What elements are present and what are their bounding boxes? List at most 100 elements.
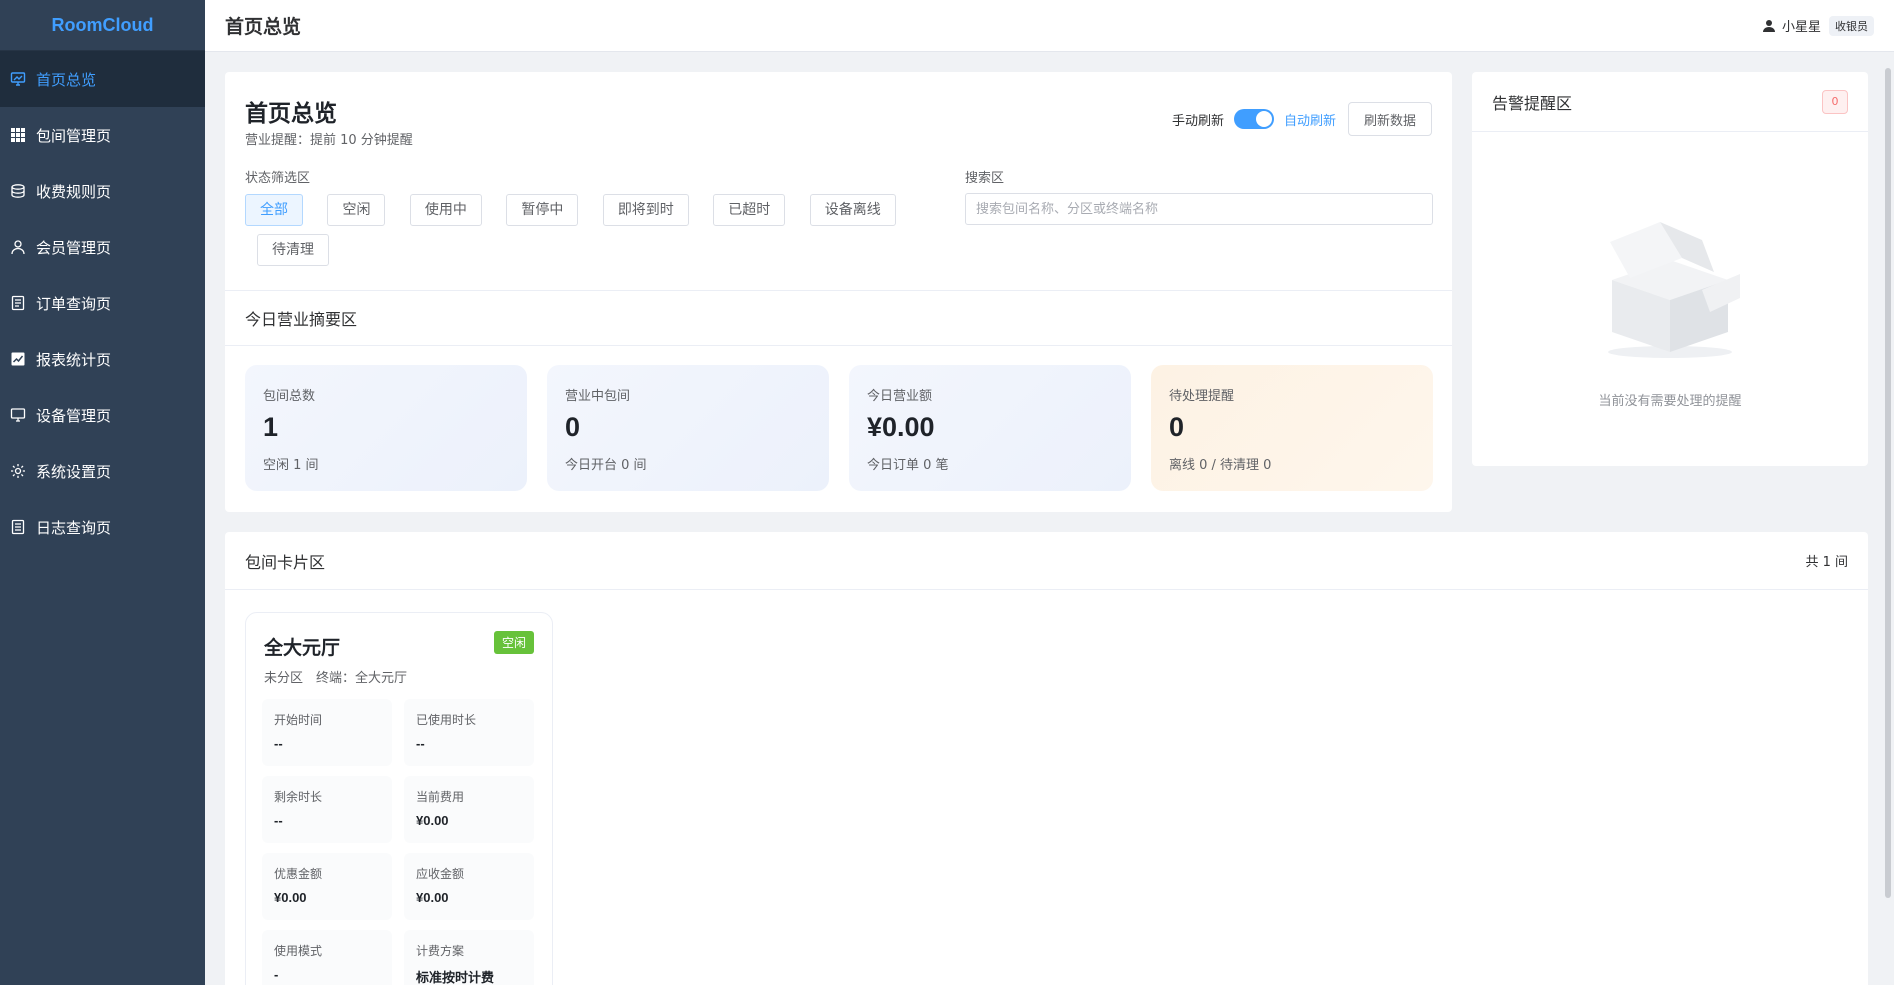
empty-state-text: 当前没有需要处理的提醒 [1598,394,1742,409]
coins-icon [10,183,26,199]
field-label: 应收金额 [416,867,465,881]
filter-to-clean[interactable]: 待清理 [257,234,329,266]
field-value: 标准按时计费 [416,970,495,985]
manual-refresh-label: 手动刷新 [1171,113,1224,129]
grid-icon [10,127,26,143]
sidebar-item-label: 会员管理页 [36,238,112,257]
stat-card-pending-alerts: 待处理提醒 0 离线 0 / 待清理 0 [1151,365,1433,491]
room-field-usage-mode: 使用模式 - [262,930,392,985]
user-menu[interactable]: 小星星 收银员 [1762,15,1874,36]
user-icon [1762,19,1776,33]
room-field-used-duration: 已使用时长 -- [404,699,534,766]
monitor-chart-icon [10,71,26,87]
filter-idle[interactable]: 空闲 [327,194,386,226]
top-header: 首页总览 小星星 收银员 [205,0,1894,52]
overview-title: 首页总览 [245,101,337,127]
overview-panel: 首页总览 营业提醒：提前 10 分钟提醒 手动刷新 自动刷新 刷新数据 状态筛选… [225,72,1452,512]
stat-foot: 今日开台 0 间 [565,458,647,473]
sidebar-item-overview[interactable]: 首页总览 [0,51,205,107]
sidebar-item-label: 首页总览 [36,70,97,89]
room-card[interactable]: 全大元厅 空闲 未分区 终端：全大元厅 开始时间 -- 已使用时长 -- 剩余时… [245,612,553,985]
field-value: -- [274,736,283,751]
auto-refresh-label: 自动刷新 [1283,113,1336,129]
filter-paused[interactable]: 暂停中 [506,194,579,226]
sidebar-item-label: 系统设置页 [36,462,112,481]
alert-count-badge: 0 [1822,89,1848,114]
filter-expiring[interactable]: 即将到时 [602,194,689,226]
filter-in-use[interactable]: 使用中 [409,194,482,226]
user-icon [10,239,26,255]
sidebar-item-members[interactable]: 会员管理页 [0,219,205,275]
alert-panel: 告警提醒区 0 当前没有需要处理的提醒 [1472,72,1868,466]
filter-overtime[interactable]: 已超时 [713,194,786,226]
room-meta: 未分区 终端：全大元厅 [264,671,408,686]
sidebar-item-rooms[interactable]: 包间管理页 [0,107,205,163]
sidebar-item-billing-rules[interactable]: 收费规则页 [0,163,205,219]
stat-label: 今日营业额 [867,389,933,404]
refresh-controls: 手动刷新 自动刷新 刷新数据 [1172,102,1432,136]
stat-card-active-rooms: 营业中包间 0 今日开台 0 间 [547,365,829,491]
field-value: ¥0.00 [416,890,449,905]
field-label: 计费方案 [416,944,465,958]
room-detail-grid: 开始时间 -- 已使用时长 -- 剩余时长 -- 当前费用 ¥0.00 优惠金额… [262,699,538,985]
field-value: -- [274,813,283,828]
rooms-count: 共 1 间 [1805,555,1848,570]
field-label: 剩余时长 [274,790,323,804]
brand-logo[interactable]: RoomCloud [0,0,205,51]
search-label: 搜索区 [965,171,1005,186]
room-status-tag: 空闲 [493,631,534,654]
field-label: 已使用时长 [416,713,477,727]
stat-value: 1 [263,412,279,442]
rooms-title: 包间卡片区 [245,552,326,572]
field-value: ¥0.00 [274,890,307,905]
room-name: 全大元厅 [264,637,341,659]
stat-card-total-rooms: 包间总数 1 空闲 1 间 [245,365,527,491]
auto-refresh-toggle[interactable] [1233,109,1274,129]
page-scrollbar[interactable] [1885,68,1891,898]
field-value: -- [416,736,425,751]
stat-label: 包间总数 [263,389,316,404]
monitor-icon [10,407,26,423]
rooms-header: 包间卡片区 共 1 间 [225,532,1868,590]
room-field-current-fee: 当前费用 ¥0.00 [404,776,534,843]
refresh-data-button[interactable]: 刷新数据 [1347,102,1432,136]
filter-all[interactable]: 全部 [245,194,303,226]
filter-device-offline[interactable]: 设备离线 [809,194,896,226]
summary-cards: 包间总数 1 空闲 1 间 营业中包间 0 今日开台 0 间 今日营业额 ¥0.… [245,365,1433,491]
sidebar-nav: 首页总览 包间管理页 收费规则页 会员管理页 订单查询页 报表统计页 设备管理页… [0,51,205,555]
sidebar-item-label: 收费规则页 [36,182,112,201]
field-label: 开始时间 [274,713,323,727]
stat-foot: 离线 0 / 待清理 0 [1169,458,1272,473]
status-filter-label: 状态筛选区 [245,171,311,186]
stat-label: 待处理提醒 [1169,389,1235,404]
stat-foot: 今日订单 0 笔 [867,458,949,473]
stat-foot: 空闲 1 间 [263,458,319,473]
room-field-start-time: 开始时间 -- [262,699,392,766]
gear-icon [10,463,26,479]
sidebar-item-label: 设备管理页 [36,406,112,425]
field-label: 使用模式 [274,944,323,958]
alert-header: 告警提醒区 0 [1472,72,1868,132]
rooms-panel: 包间卡片区 共 1 间 全大元厅 空闲 未分区 终端：全大元厅 开始时间 -- … [225,532,1868,985]
sidebar: RoomCloud 首页总览 包间管理页 收费规则页 会员管理页 订单查询页 报… [0,0,205,985]
sidebar-item-devices[interactable]: 设备管理页 [0,387,205,443]
field-label: 当前费用 [416,790,465,804]
role-badge: 收银员 [1829,15,1874,36]
sidebar-item-settings[interactable]: 系统设置页 [0,443,205,499]
log-icon [10,519,26,535]
stat-value: 0 [1169,412,1185,442]
sidebar-item-label: 包间管理页 [36,126,112,145]
sidebar-item-label: 订单查询页 [36,294,112,313]
chart-icon [10,351,26,367]
sidebar-item-logs[interactable]: 日志查询页 [0,499,205,555]
sidebar-item-orders[interactable]: 订单查询页 [0,275,205,331]
stat-value: 0 [565,412,581,442]
empty-box-illustration [1608,222,1740,358]
toggle-knob [1255,111,1272,127]
stat-value: ¥0.00 [867,412,935,442]
sidebar-item-reports[interactable]: 报表统计页 [0,331,205,387]
user-name: 小星星 [1781,20,1821,35]
search-input[interactable] [965,193,1433,225]
field-label: 优惠金额 [274,867,323,881]
field-value: ¥0.00 [416,813,449,828]
